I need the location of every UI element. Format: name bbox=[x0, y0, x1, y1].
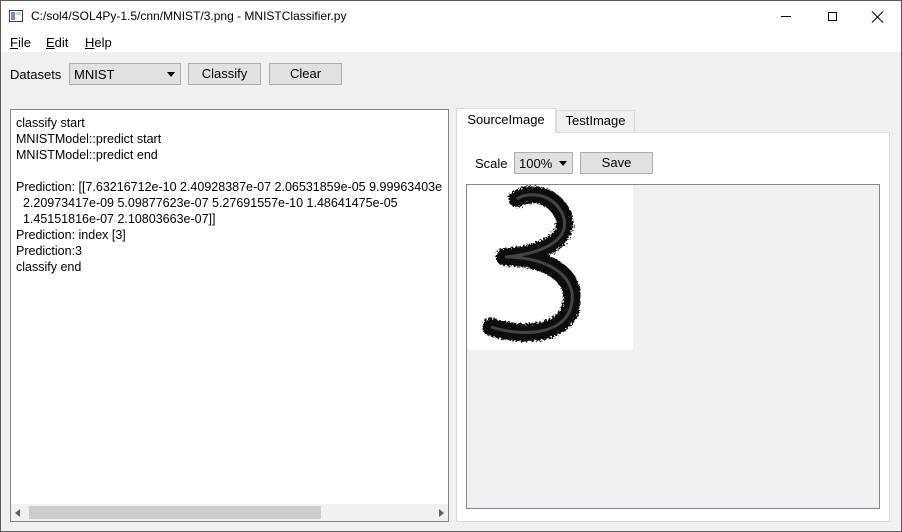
maximize-button[interactable] bbox=[809, 1, 855, 32]
close-icon bbox=[872, 11, 884, 23]
minimize-button[interactable] bbox=[763, 1, 809, 32]
menu-help-rest: elp bbox=[94, 35, 112, 50]
tab-source-image[interactable]: SourceImage bbox=[456, 108, 556, 133]
datasets-label: Datasets bbox=[10, 67, 62, 82]
menu-edit-accel: E bbox=[46, 35, 55, 50]
menu-edit[interactable]: Edit bbox=[46, 35, 68, 50]
menu-file-rest: ile bbox=[17, 35, 31, 50]
minimize-icon bbox=[781, 16, 791, 17]
digit-image bbox=[467, 185, 633, 350]
close-button[interactable] bbox=[855, 1, 901, 32]
clear-button[interactable]: Clear bbox=[269, 63, 342, 85]
menu-file-accel: F bbox=[10, 35, 18, 50]
title-bar[interactable]: C:/sol4/SOL4Py-1.5/cnn/MNIST/3.png - MNI… bbox=[1, 1, 901, 32]
datasets-value: MNIST bbox=[74, 67, 115, 82]
image-view[interactable] bbox=[466, 184, 880, 509]
horizontal-scrollbar[interactable] bbox=[11, 504, 448, 521]
save-button[interactable]: Save bbox=[580, 152, 653, 174]
app-icon bbox=[9, 10, 23, 22]
scrollbar-thumb[interactable] bbox=[29, 506, 321, 519]
datasets-combobox[interactable]: MNIST bbox=[69, 63, 181, 85]
menu-file[interactable]: File bbox=[10, 35, 31, 50]
scroll-right-icon[interactable] bbox=[439, 509, 444, 517]
menu-edit-rest: dit bbox=[54, 35, 69, 50]
log-textarea[interactable]: classify start MNISTModel::predict start… bbox=[10, 109, 449, 522]
scroll-left-icon[interactable] bbox=[15, 509, 20, 517]
scale-combobox[interactable]: 100% bbox=[514, 152, 573, 174]
chevron-down-icon bbox=[167, 72, 175, 77]
digit-three-image bbox=[482, 186, 582, 342]
menu-bar: File Edit Help bbox=[1, 32, 901, 52]
log-output: classify start MNISTModel::predict start… bbox=[16, 116, 443, 274]
menu-help-accel: H bbox=[85, 35, 95, 50]
window-title: C:/sol4/SOL4Py-1.5/cnn/MNIST/3.png - MNI… bbox=[31, 9, 347, 23]
scale-value: 100% bbox=[519, 156, 553, 171]
app-window: C:/sol4/SOL4Py-1.5/cnn/MNIST/3.png - MNI… bbox=[0, 0, 902, 532]
scale-label: Scale bbox=[475, 156, 508, 171]
menu-help[interactable]: Help bbox=[85, 35, 112, 50]
chevron-down-icon bbox=[559, 161, 567, 166]
maximize-icon bbox=[827, 12, 837, 21]
classify-button[interactable]: Classify bbox=[188, 63, 261, 85]
tab-test-image[interactable]: TestImage bbox=[556, 110, 635, 132]
